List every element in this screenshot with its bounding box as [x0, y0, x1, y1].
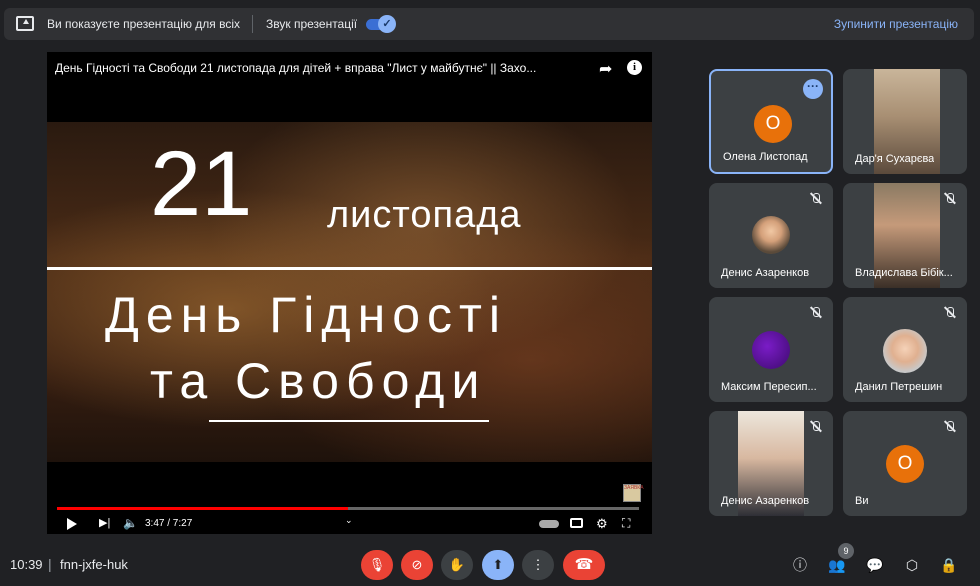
participant-name: Данил Петрешин — [855, 381, 943, 393]
fullscreen-icon[interactable]: ⛶ — [622, 516, 630, 531]
mic-off-icon — [943, 306, 957, 320]
avatar — [752, 216, 790, 254]
time-display: 3:47 / 7:27 — [145, 518, 193, 529]
participant-tile[interactable]: О Ви — [843, 411, 967, 516]
sound-toggle[interactable]: ✓ — [366, 15, 396, 33]
participant-tile[interactable]: Денис Азаренков — [709, 411, 833, 516]
avatar: О — [754, 105, 792, 143]
shared-video[interactable]: День Гідності та Свободи 21 листопада дл… — [47, 52, 652, 534]
host-controls-icon[interactable]: 🔒 — [938, 555, 960, 575]
overlay-day: 21 — [150, 133, 253, 235]
participant-tile[interactable]: Денис Азаренков — [709, 183, 833, 288]
present-button[interactable]: ⬆ — [482, 550, 514, 580]
camera-off-button[interactable]: ⊘ — [401, 550, 433, 580]
channel-thumbnail[interactable]: ЗАЯВКА — [623, 484, 644, 502]
mic-off-button[interactable]: 🎙 — [361, 550, 393, 580]
present-screen-icon — [16, 16, 34, 31]
play-icon[interactable] — [67, 518, 77, 530]
avatar — [752, 331, 790, 369]
meeting-code: fnn-jxfe-huk — [60, 557, 128, 572]
mic-off-icon — [943, 192, 957, 206]
info-icon[interactable]: i — [627, 60, 642, 75]
participant-name: Максим Пересип... — [721, 381, 817, 393]
participant-tile[interactable]: Дар'я Сухарєва — [843, 69, 967, 174]
stop-presenting-button[interactable]: Зупинити презентацію — [834, 17, 958, 31]
video-title[interactable]: День Гідності та Свободи 21 листопада дл… — [55, 61, 575, 75]
chat-icon[interactable]: 💬 — [864, 555, 886, 575]
check-icon: ✓ — [378, 15, 396, 33]
divider — [252, 15, 253, 33]
end-call-button[interactable]: ☎ — [563, 550, 605, 580]
mic-off-icon — [943, 420, 957, 434]
presenting-text: Ви показуєте презентацію для всіх — [47, 17, 241, 31]
overlay-underline — [209, 420, 489, 422]
video-frame[interactable]: 21 листопада День Гідності та Свободи — [47, 122, 652, 462]
avatar: О — [886, 445, 924, 483]
participant-name: Дар'я Сухарєва — [855, 153, 935, 165]
overlay-month: листопада — [327, 194, 522, 236]
participant-name: Владислава Бібік... — [855, 267, 953, 279]
mic-off-icon — [809, 306, 823, 320]
participant-name: Олена Листопад — [723, 151, 808, 163]
overlay-line2: та Свободи — [150, 353, 487, 409]
progress-bar[interactable] — [57, 507, 639, 510]
chevron-down-icon[interactable]: ⌄ — [345, 515, 353, 526]
avatar — [883, 329, 927, 373]
share-icon[interactable]: ➦ — [599, 59, 612, 79]
volume-icon[interactable]: 🔈 — [123, 516, 138, 530]
activities-icon[interactable]: ⬡ — [901, 555, 923, 575]
separator: | — [48, 556, 52, 572]
participant-tile[interactable]: Данил Петрешин — [843, 297, 967, 402]
overlay-divider — [47, 267, 652, 270]
participant-name: Денис Азаренков — [721, 495, 810, 507]
progress-fill — [57, 507, 348, 510]
autoplay-toggle[interactable] — [539, 520, 559, 528]
current-time: 10:39 — [10, 557, 43, 572]
info-icon[interactable]: ⓘ — [789, 555, 811, 575]
gear-icon[interactable]: ⚙ — [596, 516, 608, 532]
raise-hand-button[interactable]: ✋ — [441, 550, 473, 580]
participants-count-badge: 9 — [838, 543, 854, 559]
participant-name: Ви — [855, 495, 869, 507]
participant-tile[interactable]: ··· О Олена Листопад — [709, 69, 833, 174]
player-controls: ▶| 🔈 3:47 / 7:27 ⌄ ⚙ ⛶ — [47, 514, 652, 534]
presenting-banner: Ви показуєте презентацію для всіх Звук п… — [4, 8, 974, 40]
participant-name: Денис Азаренков — [721, 267, 810, 279]
captions-icon[interactable] — [570, 518, 583, 528]
participant-tile[interactable]: Максим Пересип... — [709, 297, 833, 402]
overlay-line1: День Гідності — [105, 287, 508, 343]
more-options-icon[interactable]: ··· — [803, 79, 823, 99]
more-options-button[interactable]: ⋮ — [522, 550, 554, 580]
participant-tile[interactable]: Владислава Бібік... — [843, 183, 967, 288]
next-icon[interactable]: ▶| — [99, 516, 110, 529]
mic-off-icon — [809, 420, 823, 434]
sound-label: Звук презентації — [266, 17, 358, 31]
mic-off-icon — [809, 192, 823, 206]
